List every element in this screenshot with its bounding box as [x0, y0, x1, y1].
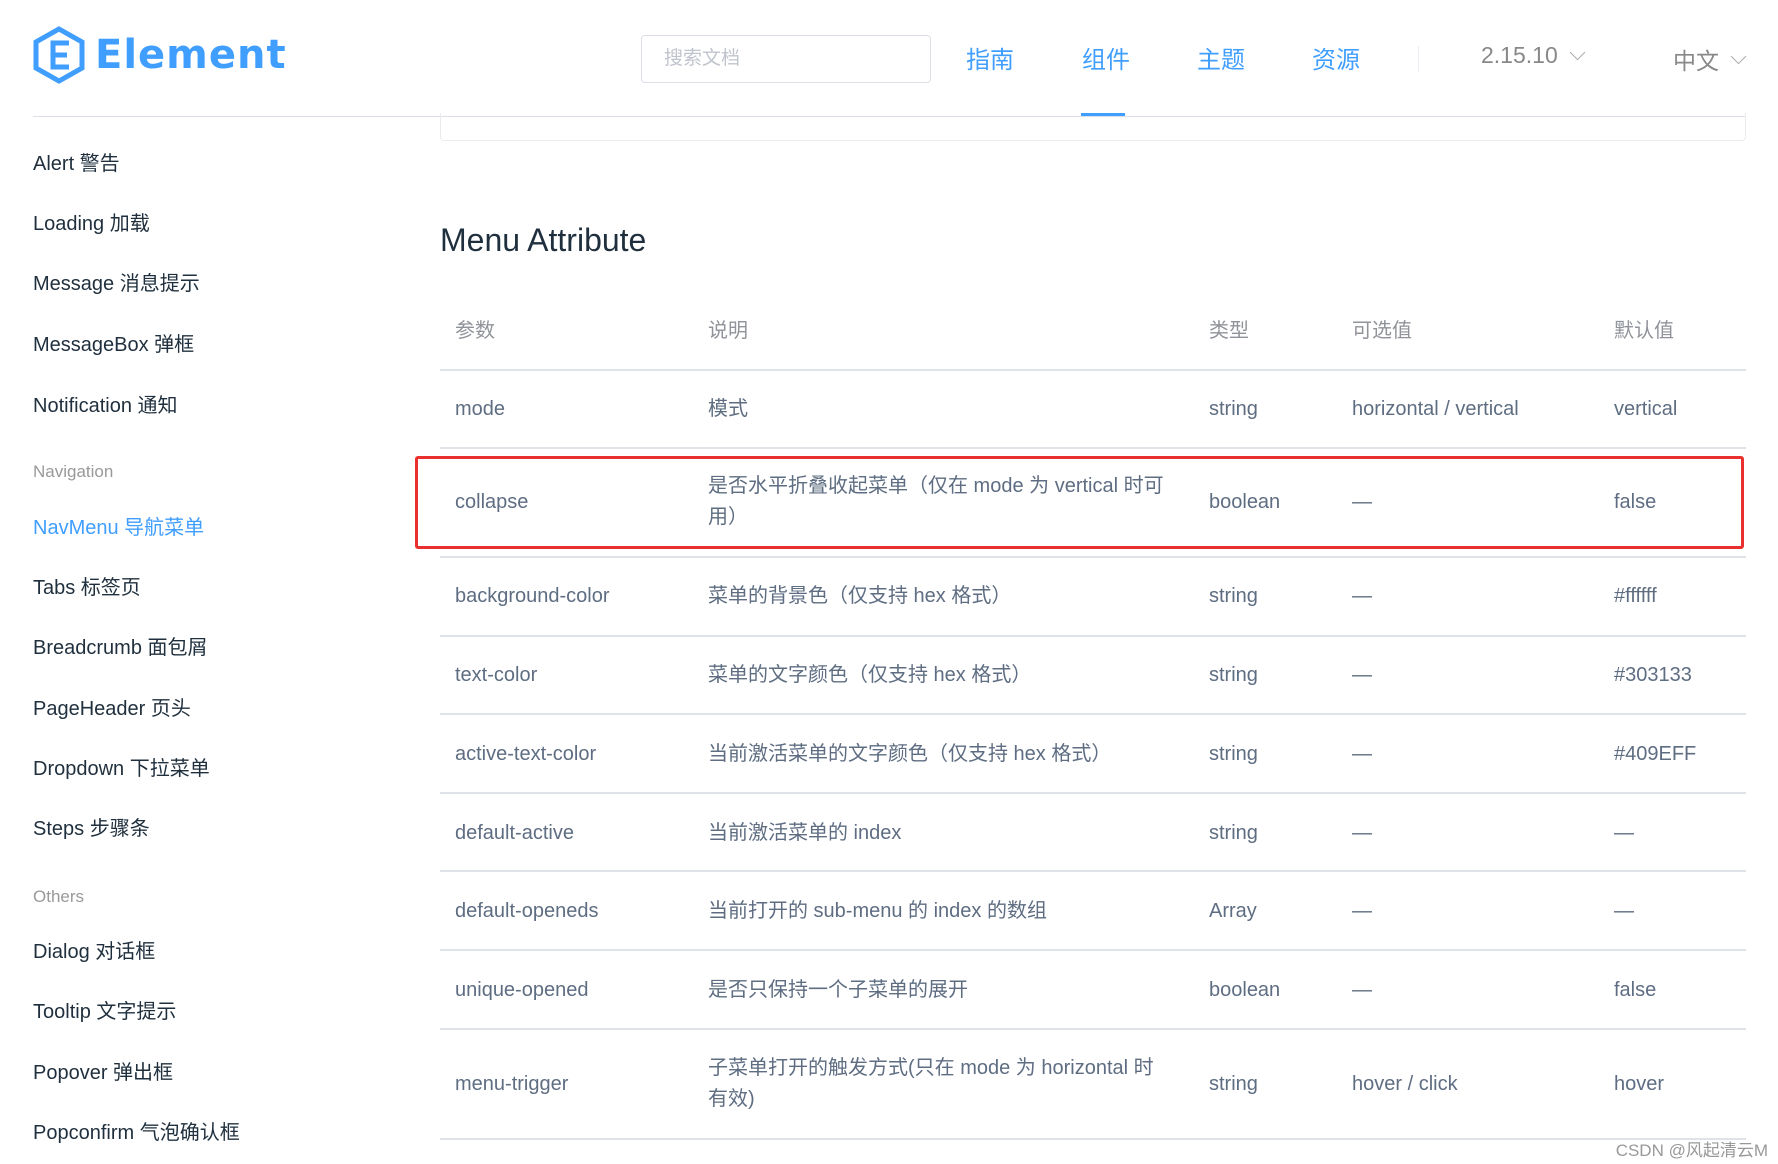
chevron-down-icon	[1569, 44, 1586, 61]
nav-guide[interactable]: 指南	[966, 40, 1014, 75]
sidebar-item-navmenu[interactable]: NavMenu 导航菜单	[33, 511, 204, 540]
table-cell: 当前打开的 sub-menu 的 index 的数组	[708, 900, 1047, 922]
table-cell: 子菜单打开的触发方式(只在 mode 为 horizontal 时有效)	[708, 1057, 1154, 1110]
table-cell: Array	[1209, 900, 1257, 922]
table-cell: —	[1352, 822, 1372, 844]
table-cell: vertical	[1614, 398, 1678, 420]
table-cell: 模式	[708, 398, 748, 420]
table-cell: 菜单的文字颜色（仅支持 hex 格式）	[708, 664, 1032, 686]
row-divider	[440, 369, 1746, 371]
row-divider	[440, 949, 1746, 951]
table-cell: —	[1352, 585, 1372, 607]
version-label: 2.15.10	[1481, 42, 1558, 68]
chevron-down-icon	[1730, 48, 1747, 64]
sidebar-item-tabs[interactable]: Tabs 标签页	[33, 571, 141, 600]
table-cell: mode	[455, 398, 506, 420]
table-cell: default-openeds	[455, 900, 599, 922]
sidebar-item-popover[interactable]: Popover 弹出框	[33, 1056, 173, 1085]
sidebar-group-navigation: Navigation	[33, 462, 114, 481]
language-dropdown[interactable]: 中文	[1673, 42, 1747, 76]
search-input[interactable]	[641, 35, 931, 83]
table-cell: default-active	[455, 822, 574, 844]
sidebar-item-popconfirm[interactable]: Popconfirm 气泡确认框	[33, 1116, 240, 1145]
table-cell: string	[1209, 585, 1258, 607]
table-cell: —	[1614, 822, 1634, 844]
table-cell: string	[1209, 822, 1258, 844]
top-header: Element 指南 组件 主题 资源 2.15.10 中文	[0, 0, 1778, 117]
sidebar-item-dropdown[interactable]: Dropdown 下拉菜单	[33, 752, 210, 781]
row-divider	[440, 635, 1746, 637]
table-cell: string	[1209, 743, 1258, 765]
table-cell: —	[1352, 664, 1372, 686]
table-cell: background-color	[455, 585, 610, 607]
nav-component[interactable]: 组件	[1082, 40, 1130, 75]
table-cell: —	[1352, 743, 1372, 765]
table-cell: horizontal / vertical	[1352, 398, 1519, 420]
row-divider	[440, 1028, 1746, 1030]
element-logo[interactable]: Element	[33, 26, 287, 84]
table-cell: 当前激活菜单的 index	[708, 822, 902, 844]
table-cell: active-text-color	[455, 743, 597, 765]
table-cell: hover	[1614, 1073, 1665, 1095]
table-cell: text-color	[455, 664, 538, 686]
language-label: 中文	[1673, 48, 1719, 74]
sidebar-item-tooltip[interactable]: Tooltip 文字提示	[33, 995, 176, 1024]
version-dropdown[interactable]: 2.15.10	[1481, 42, 1586, 69]
row-divider	[440, 792, 1746, 794]
table-cell: —	[1614, 900, 1634, 922]
logo-text: Element	[95, 32, 287, 78]
sidebar-group-others: Others	[33, 887, 85, 906]
table-cell: string	[1209, 1073, 1258, 1095]
highlight-annotation-box	[415, 456, 1744, 549]
column-header-options: 可选值	[1352, 320, 1412, 342]
sidebar-item-steps[interactable]: Steps 步骤条	[33, 812, 150, 841]
row-divider	[440, 713, 1746, 715]
table-cell: #303133	[1614, 664, 1692, 686]
row-divider	[440, 447, 1746, 449]
sidebar-item-alert[interactable]: Alert 警告	[33, 147, 120, 176]
table-cell: —	[1352, 979, 1372, 1001]
watermark: CSDN @风起清云M	[1615, 1141, 1768, 1160]
table-cell: #ffffff	[1614, 585, 1657, 607]
row-divider	[440, 1138, 1746, 1140]
sidebar-item-breadcrumb[interactable]: Breadcrumb 面包屑	[33, 631, 208, 660]
sidebar-item-pageheader[interactable]: PageHeader 页头	[33, 692, 191, 721]
table-cell: 当前激活菜单的文字颜色（仅支持 hex 格式）	[708, 743, 1112, 765]
table-cell: —	[1352, 900, 1372, 922]
table-cell: 菜单的背景色（仅支持 hex 格式）	[708, 585, 1012, 607]
row-divider	[440, 870, 1746, 872]
sidebar-item-dialog[interactable]: Dialog 对话框	[33, 935, 155, 964]
nav-divider	[1418, 46, 1419, 72]
table-cell: unique-opened	[455, 979, 589, 1001]
sidebar-item-messagebox[interactable]: MessageBox 弹框	[33, 328, 194, 357]
row-divider	[440, 556, 1746, 558]
table-cell: 是否只保持一个子菜单的展开	[708, 979, 968, 1001]
table-cell: string	[1209, 664, 1258, 686]
table-cell: menu-trigger	[455, 1073, 569, 1095]
table-cell: false	[1614, 979, 1657, 1001]
sidebar-item-loading[interactable]: Loading 加载	[33, 207, 150, 236]
table-cell: hover / click	[1352, 1073, 1458, 1095]
column-header-param: 参数	[455, 320, 495, 342]
column-header-desc: 说明	[708, 320, 748, 342]
table-cell: #409EFF	[1614, 743, 1697, 765]
nav-theme[interactable]: 主题	[1197, 40, 1245, 75]
section-title: Menu Attribute	[440, 222, 647, 258]
sidebar-item-message[interactable]: Message 消息提示	[33, 267, 200, 296]
column-header-default: 默认值	[1614, 320, 1674, 342]
table-cell: string	[1209, 398, 1258, 420]
sidebar-item-notification[interactable]: Notification 通知	[33, 389, 178, 418]
nav-resource[interactable]: 资源	[1312, 40, 1360, 75]
previous-demo-block	[440, 113, 1746, 141]
element-hexagon-icon	[33, 26, 85, 84]
table-cell: boolean	[1209, 979, 1281, 1001]
column-header-type: 类型	[1209, 320, 1249, 342]
